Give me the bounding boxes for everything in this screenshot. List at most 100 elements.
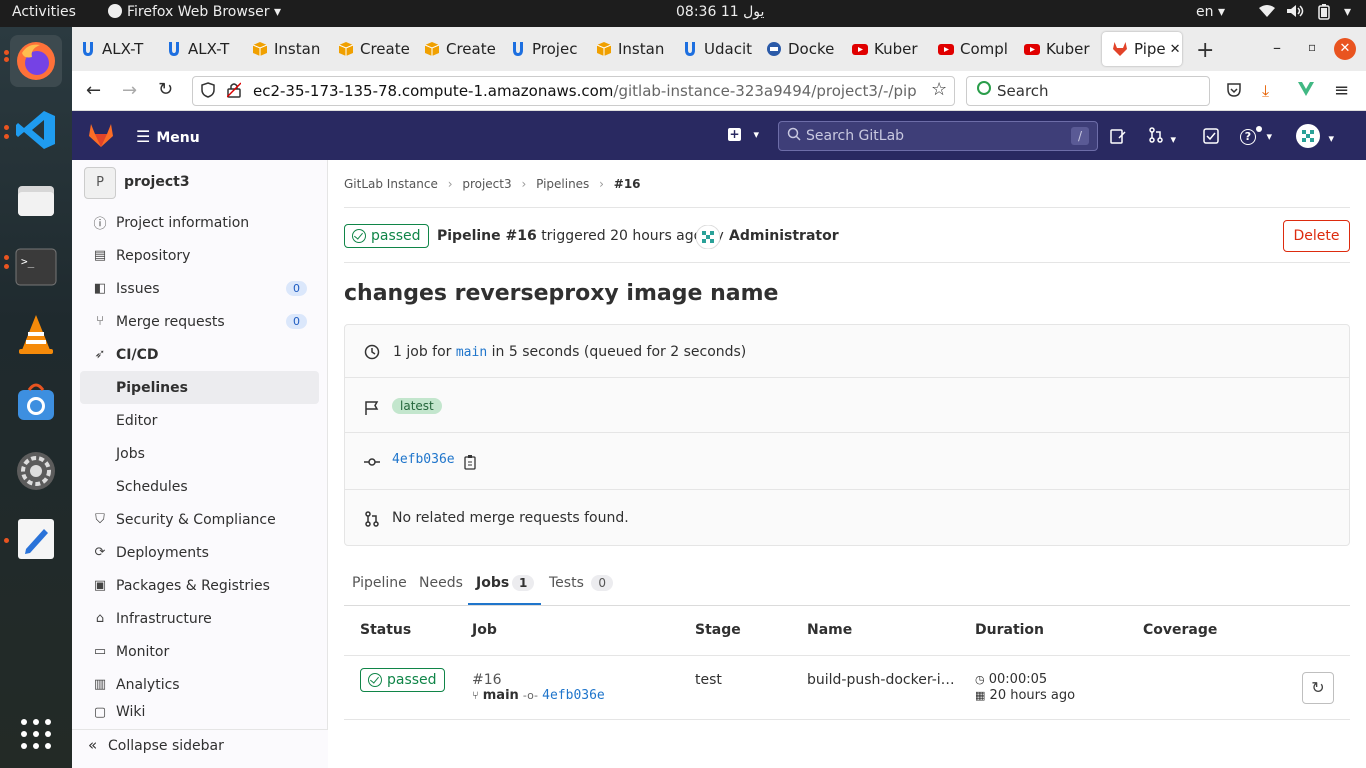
user-avatar-dropdown[interactable]: ▾ bbox=[1296, 124, 1334, 152]
tab-jobs[interactable]: Jobs 1 bbox=[468, 565, 541, 605]
sidebar-item-merge-requests[interactable]: ⑂ Merge requests 0 bbox=[80, 305, 319, 338]
browser-tab[interactable]: Instan bbox=[596, 32, 668, 66]
shield-icon[interactable] bbox=[201, 82, 215, 102]
sidebar-item-label: Pipelines bbox=[116, 379, 188, 396]
sidebar-item-security-compliance[interactable]: ⛉ Security & Compliance bbox=[80, 503, 319, 536]
browser-tab[interactable]: Kuber bbox=[1024, 32, 1096, 66]
browser-tab[interactable]: ALX-T bbox=[166, 32, 238, 66]
close-window-button[interactable]: ✕ bbox=[1334, 38, 1356, 60]
vue-devtools-icon[interactable] bbox=[1298, 82, 1314, 100]
breadcrumb-item[interactable]: project3 bbox=[462, 177, 511, 191]
project-avatar[interactable]: P bbox=[84, 167, 116, 199]
sidebar-item-editor[interactable]: Editor bbox=[80, 404, 319, 437]
sidebar-item-project-information[interactable]: ⓘ Project information bbox=[80, 206, 319, 239]
system-menu-chevron-icon[interactable]: ▾ bbox=[1344, 4, 1351, 20]
issues-icon[interactable] bbox=[1110, 128, 1126, 148]
sidebar-item-infrastructure[interactable]: ⌂ Infrastructure bbox=[80, 602, 319, 635]
gitlab-search-input[interactable]: Search GitLab / bbox=[778, 121, 1098, 151]
vscode-dock-icon[interactable] bbox=[10, 104, 62, 156]
tab-pipeline[interactable]: Pipeline bbox=[352, 575, 407, 591]
sidebar-item-issues[interactable]: ◧ Issues 0 bbox=[80, 272, 319, 305]
new-dropdown-button[interactable]: + ▾ bbox=[728, 126, 759, 142]
battery-icon[interactable] bbox=[1318, 4, 1330, 24]
bookmark-star-icon[interactable]: ☆ bbox=[931, 79, 947, 100]
sidebar-item-analytics[interactable]: ▥ Analytics bbox=[80, 668, 319, 701]
browser-tab[interactable]: Create bbox=[338, 32, 410, 66]
files-dock-icon[interactable] bbox=[10, 174, 62, 226]
retry-button[interactable]: ↻ bbox=[1302, 672, 1334, 704]
job-status-badge[interactable]: passed bbox=[360, 668, 445, 692]
breadcrumb-item[interactable]: Pipelines bbox=[536, 177, 589, 191]
job-finished: ▦ 20 hours ago bbox=[975, 688, 1075, 703]
browser-tab[interactable]: Create bbox=[424, 32, 496, 66]
gitlab-logo-icon[interactable] bbox=[87, 122, 115, 152]
browser-tab[interactable]: Projec bbox=[510, 32, 582, 66]
app-menu[interactable]: Firefox Web Browser ▾ bbox=[108, 4, 281, 20]
collapse-sidebar-button[interactable]: « Collapse sidebar bbox=[72, 729, 328, 768]
language-indicator[interactable]: en ▾ bbox=[1196, 4, 1225, 20]
pocket-icon[interactable] bbox=[1226, 82, 1242, 102]
copy-icon[interactable] bbox=[464, 454, 478, 474]
commit-sha-link[interactable]: 4efb036e bbox=[392, 452, 455, 467]
help-dropdown[interactable]: ? ▾ bbox=[1240, 126, 1272, 145]
job-id-link[interactable]: #16 bbox=[472, 672, 502, 688]
close-tab-icon[interactable]: ✕ bbox=[1170, 42, 1181, 57]
project-name-link[interactable]: project3 bbox=[124, 174, 190, 190]
sidebar-item-schedules[interactable]: Schedules bbox=[80, 470, 319, 503]
menu-button[interactable]: ☰ Menu bbox=[136, 127, 200, 146]
hamburger-menu-icon[interactable]: ≡ bbox=[1334, 80, 1349, 101]
delete-button[interactable]: Delete bbox=[1283, 220, 1350, 252]
sidebar-item-label: Packages & Registries bbox=[116, 577, 270, 594]
browser-search-box[interactable]: Search bbox=[966, 76, 1210, 106]
browser-tab[interactable]: Instan bbox=[252, 32, 324, 66]
breadcrumb-separator-icon: › bbox=[599, 177, 604, 191]
breadcrumb-current[interactable]: #16 bbox=[614, 177, 641, 191]
browser-tab[interactable]: Compl bbox=[938, 32, 1010, 66]
new-tab-button[interactable]: + bbox=[1196, 38, 1214, 63]
todo-icon[interactable] bbox=[1203, 128, 1219, 148]
browser-tab[interactable]: Docke bbox=[766, 32, 838, 66]
browser-tab[interactable]: ALX-T bbox=[80, 32, 152, 66]
sidebar-item-wiki[interactable]: ▢ Wiki bbox=[80, 701, 319, 723]
terminal-dock-icon[interactable]: >_ bbox=[10, 241, 62, 293]
sidebar-item-packages-registries[interactable]: ▣ Packages & Registries bbox=[80, 569, 319, 602]
software-store-dock-icon[interactable] bbox=[10, 376, 62, 428]
job-branch-link[interactable]: main bbox=[483, 688, 519, 703]
tab-tests[interactable]: Tests 0 bbox=[549, 575, 613, 591]
pipeline-status-badge[interactable]: passed bbox=[344, 224, 429, 248]
wifi-icon[interactable] bbox=[1258, 4, 1276, 22]
browser-tab[interactable]: Kuber bbox=[852, 32, 924, 66]
sidebar-item-pipelines[interactable]: Pipelines bbox=[80, 371, 319, 404]
back-button[interactable]: ← bbox=[86, 80, 101, 101]
forward-button[interactable]: → bbox=[122, 80, 137, 101]
sidebar-item-repository[interactable]: ▤ Repository bbox=[80, 239, 319, 272]
downloads-icon[interactable]: ⤓ bbox=[1262, 81, 1269, 101]
clock[interactable]: يول 11 08:36 bbox=[676, 4, 764, 20]
minimize-button[interactable]: – bbox=[1273, 38, 1281, 57]
show-apps-grid-icon[interactable] bbox=[10, 708, 62, 760]
settings-dock-icon[interactable] bbox=[10, 445, 62, 497]
sidebar-item-ci-cd[interactable]: ➶ CI/CD bbox=[80, 338, 319, 371]
insecure-lock-icon[interactable] bbox=[226, 82, 242, 102]
firefox-dock-icon[interactable] bbox=[10, 35, 62, 87]
text-editor-dock-icon[interactable] bbox=[10, 513, 62, 565]
browser-tab[interactable]: Pipe ✕ bbox=[1102, 32, 1182, 66]
vlc-dock-icon[interactable] bbox=[10, 308, 62, 360]
branch-link[interactable]: main bbox=[456, 345, 487, 360]
tab-needs[interactable]: Needs bbox=[419, 575, 463, 591]
browser-tab-label: Compl bbox=[960, 40, 1008, 58]
volume-icon[interactable] bbox=[1286, 4, 1304, 22]
restore-button[interactable]: ▫ bbox=[1308, 40, 1316, 54]
sidebar-item-jobs[interactable]: Jobs bbox=[80, 437, 319, 470]
reload-button[interactable]: ↻ bbox=[158, 79, 173, 100]
breadcrumb-item[interactable]: GitLab Instance bbox=[344, 177, 438, 191]
browser-tab[interactable]: Udacit bbox=[682, 32, 754, 66]
user-name-link[interactable]: Administrator bbox=[729, 228, 839, 244]
sidebar-item-deployments[interactable]: ⟳ Deployments bbox=[80, 536, 319, 569]
url-bar[interactable]: ec2-35-173-135-78.compute-1.amazonaws.co… bbox=[192, 76, 955, 106]
activities-button[interactable]: Activities bbox=[12, 4, 76, 20]
sidebar-item-monitor[interactable]: ▭ Monitor bbox=[80, 635, 319, 668]
merge-requests-dropdown[interactable]: ▾ bbox=[1148, 127, 1176, 147]
job-commit-link[interactable]: 4efb036e bbox=[542, 688, 605, 703]
user-avatar[interactable] bbox=[695, 224, 721, 253]
